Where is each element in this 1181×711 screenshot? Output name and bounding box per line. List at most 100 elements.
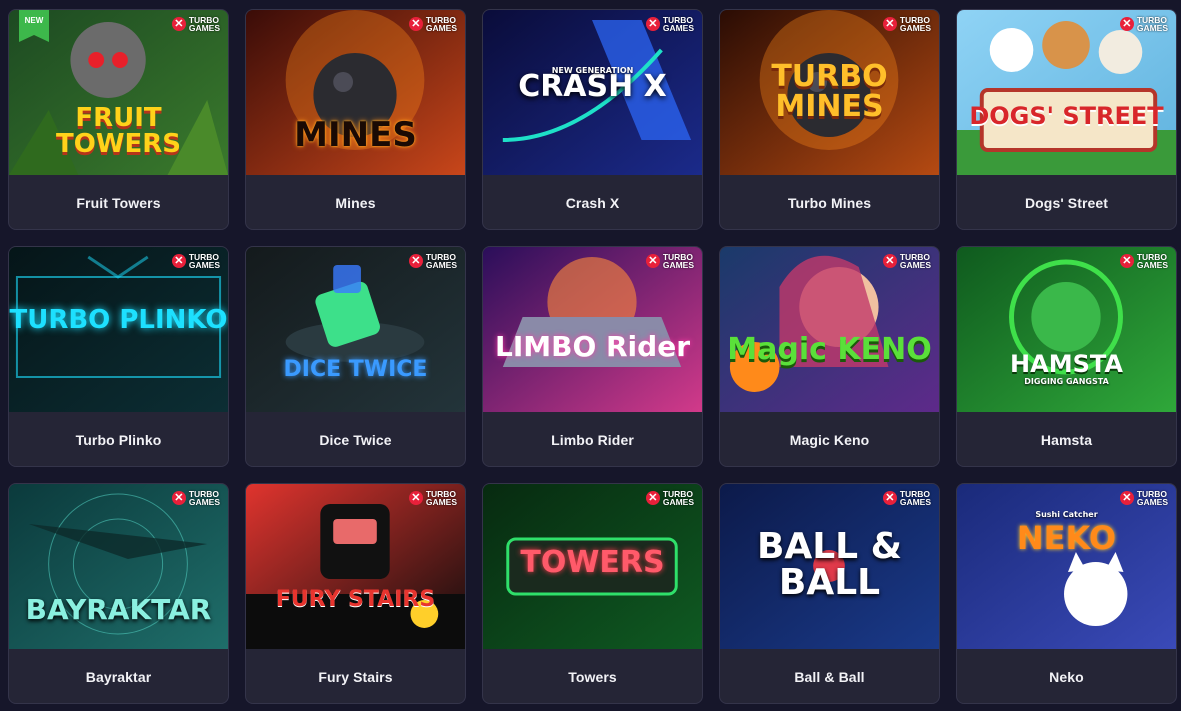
turbo-games-icon: ✕ xyxy=(1119,491,1134,505)
turbo-games-icon: ✕ xyxy=(1119,254,1134,268)
brand-line-2: GAMES xyxy=(899,23,931,33)
game-title: Bayraktar xyxy=(85,669,152,685)
game-title: Fruit Towers xyxy=(76,195,161,211)
turbo-games-icon: ✕ xyxy=(882,17,897,31)
game-card[interactable]: TOWERS ✕ TURBO GAMES Towers xyxy=(482,483,703,704)
game-card[interactable]: CRASH X NEW GENERATION ✕ TURBO GAMES Crash X xyxy=(482,9,703,230)
game-card[interactable]: BALL & BALL ✕ TURBO GAMES Ball & Ball xyxy=(719,483,940,704)
brand-line-2: GAMES xyxy=(1136,260,1168,270)
game-card[interactable]: FURY STAIRS ✕ TURBO GAMES Fury Stairs xyxy=(245,483,466,704)
game-thumbnail[interactable]: CRASH X NEW GENERATION ✕ TURBO GAMES xyxy=(483,10,702,175)
turbo-games-logo: ✕ TURBO GAMES xyxy=(408,16,457,32)
thumbnail-title-art: BALL & BALL xyxy=(756,526,903,603)
thumbnail-title-art: BAYRAKTAR xyxy=(25,593,212,626)
brand-line-2: GAMES xyxy=(1136,497,1168,507)
brand-line-2: GAMES xyxy=(899,260,931,270)
skull-shape xyxy=(70,22,146,98)
game-card[interactable]: TURBO PLINKO ✕ TURBO GAMES Turbo Plinko xyxy=(8,246,229,467)
game-title: Turbo Mines xyxy=(787,195,872,211)
turbo-games-logo: ✕ TURBO GAMES xyxy=(882,16,931,33)
brand-line-2: GAMES xyxy=(188,23,220,33)
turbo-games-icon: ✕ xyxy=(408,254,423,268)
game-title: Ball & Ball xyxy=(794,669,865,685)
turbo-games-logo: ✕ TURBO GAMES xyxy=(882,490,931,507)
game-thumbnail[interactable]: LIMBO Rider ✕ TURBO GAMES xyxy=(483,247,702,412)
thumbnail-title-art: LIMBO Rider xyxy=(494,330,690,363)
game-card[interactable]: DICE TWICE ✕ TURBO GAMES Dice Twice xyxy=(245,246,466,467)
thumbnail-art xyxy=(246,484,465,649)
game-thumbnail[interactable]: DOGS' STREET ✕ TURBO GAMES xyxy=(957,10,1176,175)
brand-line-2: GAMES xyxy=(662,497,694,507)
game-card[interactable]: FRUIT TOWERS ✕ TURBO GAMES NEW Fruit Towers xyxy=(8,9,229,230)
game-thumbnail[interactable]: BALL & BALL ✕ TURBO GAMES xyxy=(720,484,939,649)
game-title: Towers xyxy=(568,669,617,685)
thumbnail-title-art: DICE TWICE xyxy=(283,357,428,382)
game-thumbnail[interactable]: BAYRAKTAR ✕ TURBO GAMES xyxy=(9,484,228,649)
thumbnail-title-art: TURBO PLINKO xyxy=(9,305,228,335)
game-card[interactable]: TURBO MINES ✕ TURBO GAMES Turbo Mines xyxy=(719,9,940,230)
turbo-games-logo: ✕ TURBO GAMES xyxy=(882,253,931,270)
turbo-games-logo: ✕ TURBO GAMES xyxy=(171,16,220,33)
turbo-games-icon: ✕ xyxy=(882,254,897,268)
game-thumbnail[interactable]: NEKO Sushi Catcher ✕ TURBO GAMES xyxy=(957,484,1176,649)
game-thumbnail[interactable]: Magic KENO ✕ TURBO GAMES xyxy=(720,247,939,412)
turbo-games-logo: ✕ TURBO GAMES xyxy=(1119,16,1168,33)
thumbnail-background xyxy=(957,484,1176,649)
game-title: Fury Stairs xyxy=(318,669,393,685)
thumbnail-title-art: HAMSTA xyxy=(1010,350,1123,378)
game-thumbnail[interactable]: TURBO MINES ✕ TURBO GAMES xyxy=(720,10,939,175)
game-card[interactable]: HAMSTA DIGGING GANGSTA ✕ TURBO GAMES Hamsta xyxy=(956,246,1177,467)
turbo-games-icon: ✕ xyxy=(408,491,423,505)
game-thumbnail[interactable]: MINES ✕ TURBO GAMES xyxy=(246,10,465,175)
thumbnail-title-art: DOGS' STREET xyxy=(969,102,1164,130)
turbo-games-logo: ✕ TURBO GAMES xyxy=(171,253,220,270)
turbo-games-logo: ✕ TURBO GAMES xyxy=(1119,253,1168,270)
turbo-games-logo: ✕ TURBO GAMES xyxy=(408,253,457,269)
game-thumbnail[interactable]: DICE TWICE ✕ TURBO GAMES xyxy=(246,247,465,412)
turbo-games-icon: ✕ xyxy=(1119,17,1134,31)
thumbnail-art xyxy=(720,247,939,412)
thumbnail-art xyxy=(957,10,1176,175)
game-card[interactable]: NEKO Sushi Catcher ✕ TURBO GAMES Neko xyxy=(956,483,1177,704)
brand-line-2: GAMES xyxy=(188,497,220,507)
game-card[interactable]: DOGS' STREET ✕ TURBO GAMES Dogs' Street xyxy=(956,9,1177,230)
brand-line-2: GAMES xyxy=(425,497,457,507)
thumbnail-subtitle-art: DIGGING GANGSTA xyxy=(1024,377,1109,386)
game-title: Neko xyxy=(1049,669,1084,685)
cat-shape xyxy=(1064,562,1128,626)
game-thumbnail[interactable]: FURY STAIRS ✕ TURBO GAMES xyxy=(246,484,465,649)
game-title: Hamsta xyxy=(1040,432,1093,448)
thumbnail-title-art: FURY STAIRS xyxy=(275,587,436,612)
thumbnail-subtitle-art: NEW GENERATION xyxy=(551,66,634,75)
brand-line-2: GAMES xyxy=(899,497,931,507)
turbo-games-icon: ✕ xyxy=(645,491,660,505)
turbo-games-icon: ✕ xyxy=(645,254,660,268)
game-card[interactable]: MINES ✕ TURBO GAMES Mines xyxy=(245,9,466,230)
thumbnail-title-art: FRUIT TOWERS xyxy=(55,103,182,159)
thumbnail-art xyxy=(246,247,465,412)
game-title: Turbo Plinko xyxy=(75,432,162,448)
game-title: Crash X xyxy=(565,195,620,211)
turbo-games-logo: ✕ TURBO GAMES xyxy=(645,490,694,507)
thumbnail-title-art: MINES xyxy=(294,115,417,155)
game-thumbnail[interactable]: TOWERS ✕ TURBO GAMES xyxy=(483,484,702,649)
game-title: Limbo Rider xyxy=(551,432,634,448)
turbo-games-icon: ✕ xyxy=(645,17,660,31)
game-card[interactable]: LIMBO Rider ✕ TURBO GAMES Limbo Rider xyxy=(482,246,703,467)
turbo-games-icon: ✕ xyxy=(408,17,423,31)
thumbnail-title-art: TURBO MINES xyxy=(771,59,888,124)
brand-line-2: GAMES xyxy=(1136,23,1168,33)
hamster-shape xyxy=(1031,282,1101,352)
turbo-games-logo: ✕ TURBO GAMES xyxy=(645,253,694,270)
game-title: Mines xyxy=(335,195,376,211)
game-card[interactable]: BAYRAKTAR ✕ TURBO GAMES Bayraktar xyxy=(8,483,229,704)
game-thumbnail[interactable]: TURBO PLINKO ✕ TURBO GAMES xyxy=(9,247,228,412)
turbo-games-icon: ✕ xyxy=(171,17,186,31)
game-thumbnail[interactable]: HAMSTA DIGGING GANGSTA ✕ TURBO GAMES xyxy=(957,247,1176,412)
game-card[interactable]: Magic KENO ✕ TURBO GAMES Magic Keno xyxy=(719,246,940,467)
brand-line-2: GAMES xyxy=(188,260,220,270)
brand-line-2: GAMES xyxy=(662,260,694,270)
game-title: Dogs' Street xyxy=(1024,195,1109,211)
game-thumbnail[interactable]: FRUIT TOWERS ✕ TURBO GAMES NEW xyxy=(9,10,228,175)
turbo-games-logo: ✕ TURBO GAMES xyxy=(1119,490,1168,507)
